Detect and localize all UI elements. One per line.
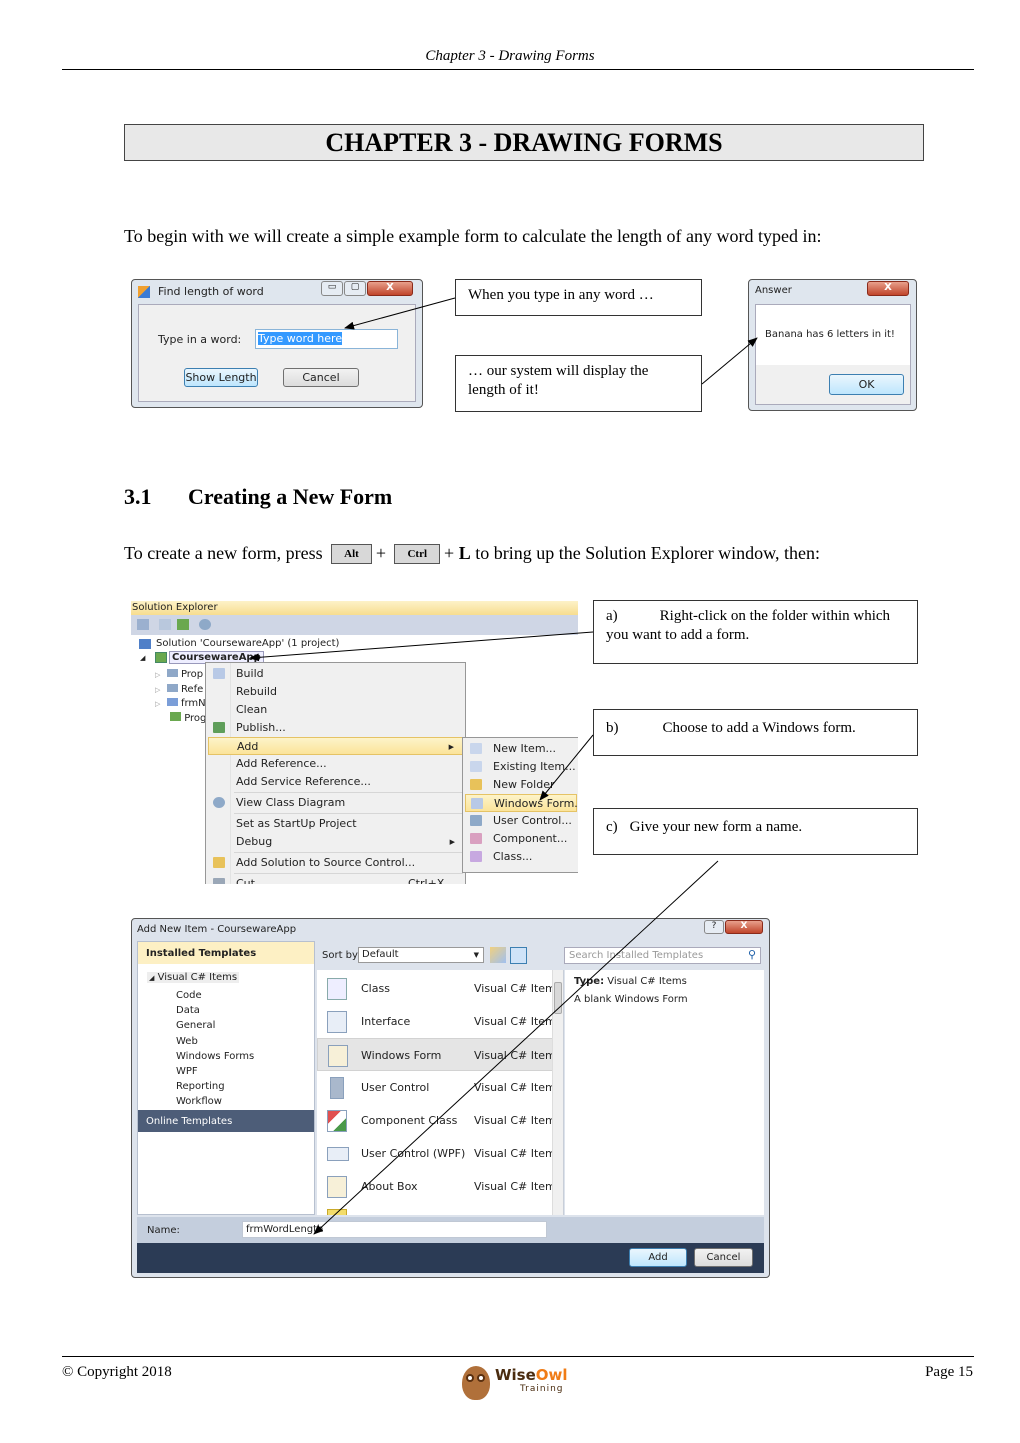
brand-training: Training [520,1384,564,1394]
owl-logo-icon [462,1366,490,1400]
brand-name: WiseOwl [495,1366,568,1384]
footer-rule [62,1356,974,1357]
arrow-to-input [344,297,456,330]
page-number: Page 15 [925,1364,973,1380]
arrow-to-windows-form [539,734,594,801]
arrow-to-project [249,631,594,662]
annotation-arrows [249,297,758,1235]
copyright: © Copyright 2018 [62,1364,172,1380]
arrow-to-name-field [313,860,719,1235]
arrow-to-message [701,337,758,385]
